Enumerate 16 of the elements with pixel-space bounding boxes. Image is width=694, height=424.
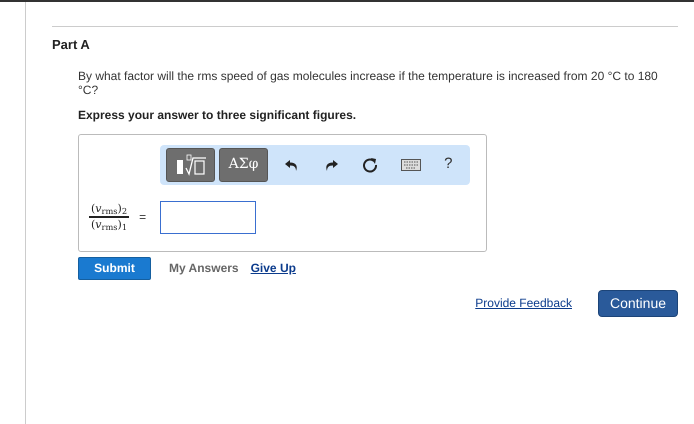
ratio-fraction: (v$_{rms}$)$_{2}$ (v$_{rms}$)$_{1}$ — [89, 202, 130, 232]
symbols-button[interactable]: ΑΣφ — [219, 148, 268, 182]
continue-button[interactable]: Continue — [598, 290, 678, 316]
question-text: By what factor will the rms speed of gas molecules increase if the temperature is increased from 20 °C to 180 °C? — [78, 68, 659, 96]
instruction-text: Express your answer to three significant figures. — [78, 106, 358, 124]
feedback-link[interactable]: Provide Feedback — [475, 294, 572, 312]
my-answers-label: My Answers — [169, 260, 239, 277]
template-button[interactable] — [166, 148, 215, 182]
equals-sign: = — [139, 209, 146, 226]
give-up-link[interactable]: Give Up — [250, 259, 296, 277]
submit-button[interactable]: Submit — [78, 256, 151, 280]
reset-icon[interactable] — [362, 156, 378, 172]
help-button[interactable]: ? — [444, 153, 452, 176]
part-title: Part A — [52, 36, 91, 54]
keyboard-icon[interactable] — [400, 158, 421, 170]
answer-field[interactable] — [160, 200, 256, 234]
